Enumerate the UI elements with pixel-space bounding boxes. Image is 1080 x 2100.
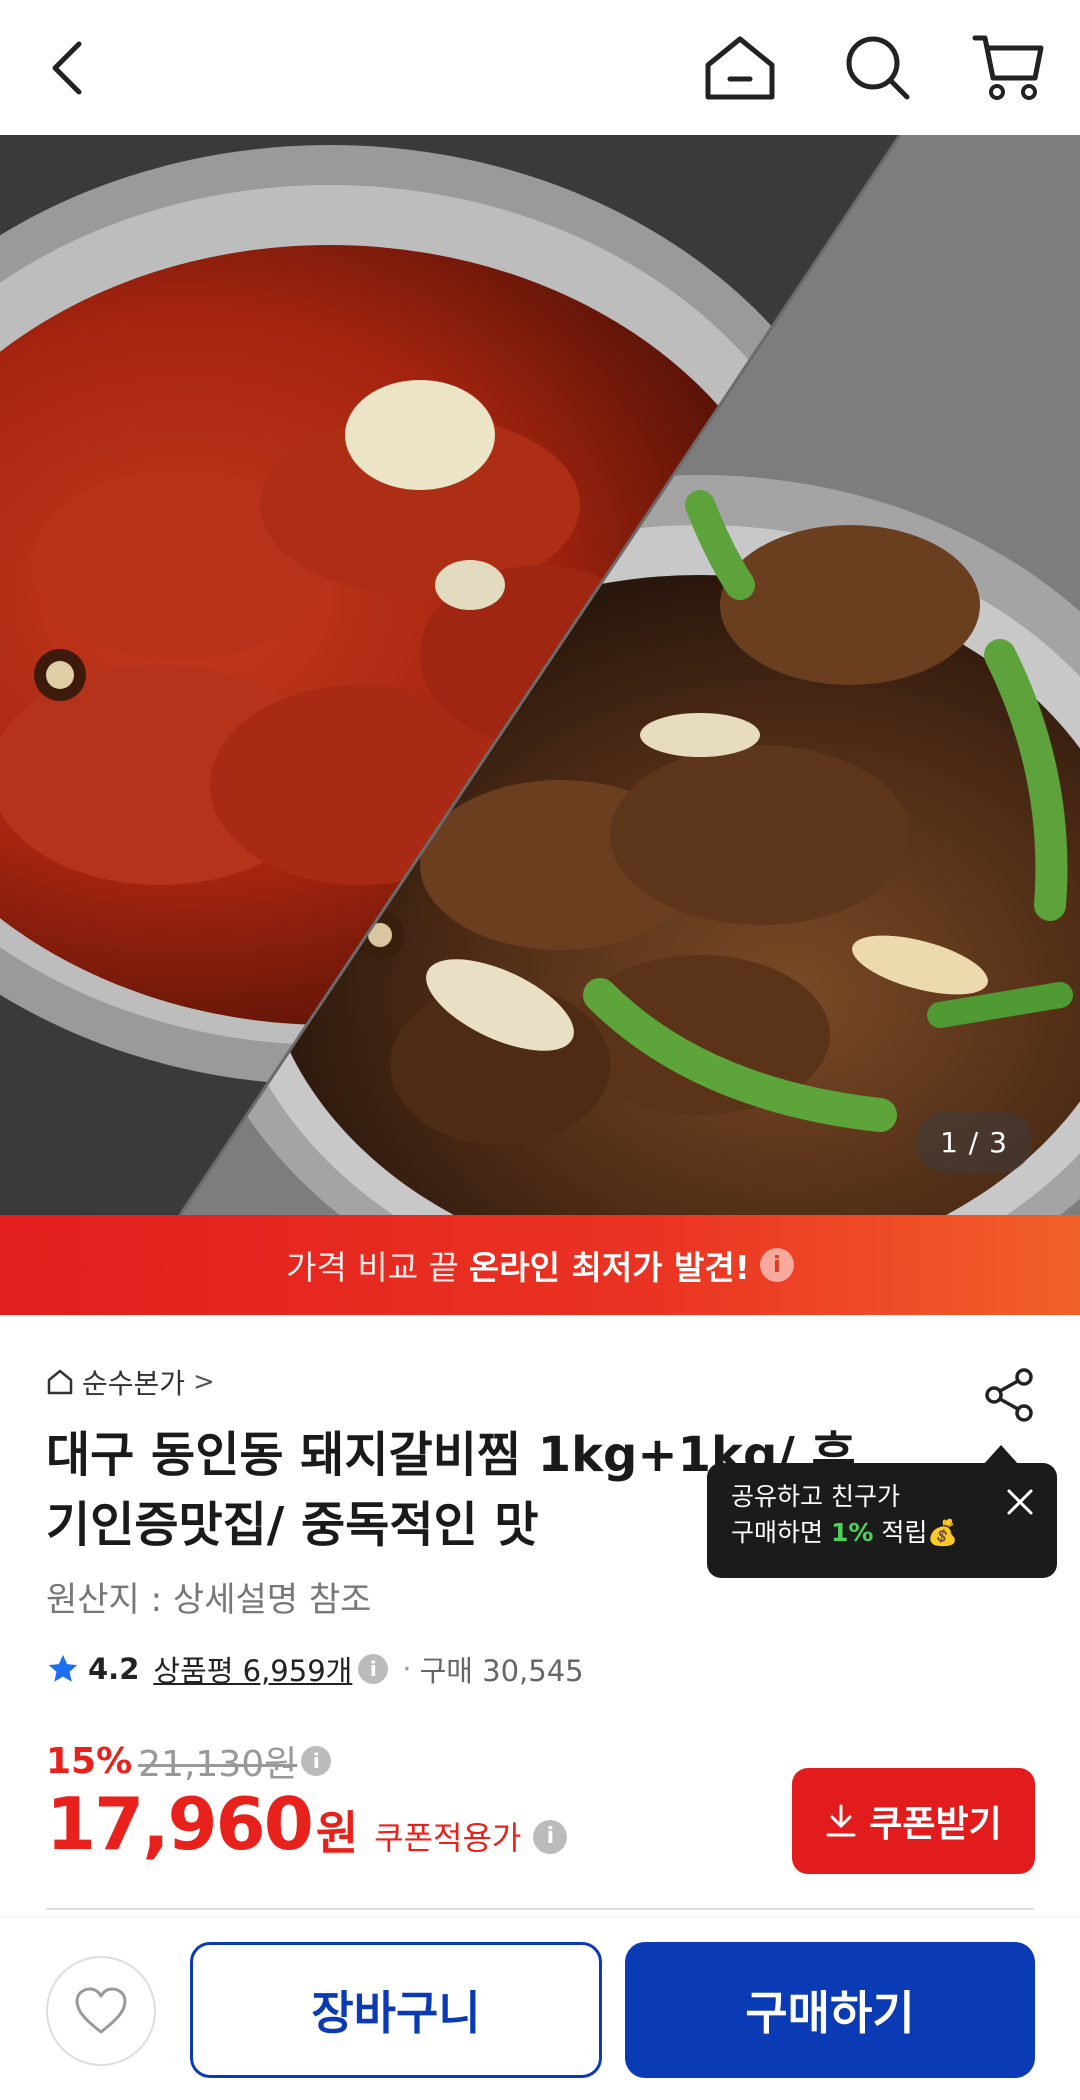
divider (46, 1908, 1034, 1910)
info-icon[interactable]: i (759, 1248, 794, 1282)
info-icon[interactable]: i (358, 1654, 389, 1684)
rating-row: 4.2 상품평 6,959개 i · 구매 30,545 (46, 1648, 584, 1690)
search-button[interactable] (838, 28, 918, 108)
cart-button[interactable] (968, 28, 1048, 108)
tooltip-line2: 구매하면 1% 적립💰 (731, 1515, 1033, 1551)
origin-info: 원산지 : 상세설명 참조 (46, 1580, 372, 1620)
store-icon (47, 1369, 73, 1395)
wishlist-button[interactable] (46, 1956, 156, 2066)
star-icon (48, 1654, 78, 1682)
search-icon (846, 36, 910, 100)
brand-name: 순수본가 (82, 1367, 186, 1400)
download-icon (826, 1804, 856, 1837)
buy-now-button[interactable]: 구매하기 (625, 1942, 1035, 2078)
heart-icon (75, 1987, 127, 2034)
tooltip-percent: 1% (830, 1518, 874, 1547)
share-icon (985, 1368, 1033, 1422)
product-image (0, 135, 1080, 1215)
cart-icon (972, 35, 1044, 100)
get-coupon-button[interactable]: 쿠폰받기 (792, 1768, 1035, 1874)
discount-row: 15% 21,130원 i (46, 1735, 332, 1787)
tooltip-text-end: 적립💰 (873, 1518, 959, 1547)
image-pager: 1 / 3 (916, 1111, 1032, 1173)
purchase-count: 구매 30,545 (419, 1654, 584, 1688)
rating-score: 4.2 (88, 1652, 140, 1686)
original-price: 21,130원 (138, 1744, 298, 1785)
banner-text: 가격 비교 끝 (286, 1248, 459, 1287)
bottom-action-bar: 장바구니 구매하기 (0, 1918, 1080, 2100)
chevron-right-icon: > (193, 1367, 215, 1397)
discount-percent: 15% (46, 1740, 133, 1782)
share-button[interactable] (980, 1365, 1040, 1425)
tooltip-text: 구매하면 (731, 1518, 831, 1547)
price-unit: 원 (315, 1806, 359, 1860)
separator-dot: · (402, 1652, 412, 1686)
price-row: 17,960 원 쿠폰적용가 i (46, 1782, 568, 1866)
info-icon[interactable]: i (533, 1819, 568, 1854)
product-image-gallery[interactable]: 1 / 3 (0, 135, 1080, 1215)
add-to-cart-button[interactable]: 장바구니 (190, 1942, 602, 2078)
sale-price: 17,960 (46, 1782, 314, 1866)
share-reward-tooltip: 공유하고 친구가 구매하면 1% 적립💰 (707, 1445, 1057, 1578)
coupon-price-label: 쿠폰적용가 (374, 1819, 522, 1857)
banner-highlight: 온라인 최저가 발견! (468, 1248, 750, 1287)
brand-link[interactable]: 순수본가 > (46, 1362, 215, 1402)
close-icon[interactable] (1005, 1487, 1035, 1517)
chevron-left-icon (52, 41, 82, 95)
lowest-price-banner[interactable]: 가격 비교 끝 온라인 최저가 발견! i (0, 1215, 1080, 1315)
home-icon (705, 36, 775, 100)
top-bar (0, 0, 1080, 135)
coupon-button-label: 쿠폰받기 (869, 1804, 1002, 1845)
info-icon[interactable]: i (301, 1746, 332, 1776)
reviews-link[interactable]: 상품평 6,959개 (153, 1648, 352, 1690)
back-button[interactable] (28, 28, 108, 108)
tooltip-line1: 공유하고 친구가 (731, 1482, 900, 1511)
home-button[interactable] (700, 28, 780, 108)
